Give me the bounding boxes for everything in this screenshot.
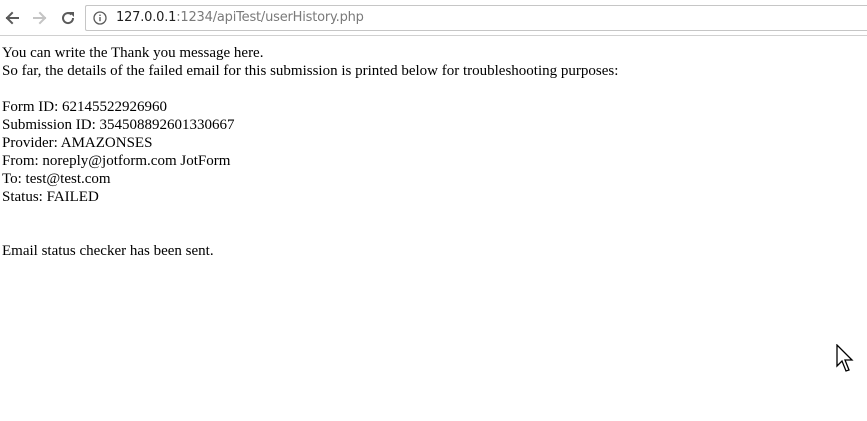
form-id: Form ID: 62145522926960 [2, 99, 167, 115]
forward-button[interactable] [28, 6, 52, 30]
back-arrow-icon [4, 10, 20, 26]
intro-line-2: So far, the details of the failed email … [2, 63, 619, 79]
mouse-pointer-icon [836, 343, 854, 374]
intro-line-1: You can write the Thank you message here… [2, 45, 264, 61]
to-address: To: test@test.com [2, 171, 111, 187]
url-text: 127.0.0.1:1234/apiTest/userHistory.php [116, 10, 364, 26]
info-icon[interactable] [93, 11, 107, 25]
url-host: 127.0.0.1 [116, 10, 177, 25]
provider: Provider: AMAZONSES [2, 135, 153, 151]
footer-message: Email status checker has been sent. [2, 243, 214, 259]
reload-icon [60, 10, 76, 26]
browser-toolbar: 127.0.0.1:1234/apiTest/userHistory.php [0, 0, 867, 36]
from-address: From: noreply@jotform.com JotForm [2, 153, 231, 169]
address-bar[interactable]: 127.0.0.1:1234/apiTest/userHistory.php [85, 5, 867, 31]
reload-button[interactable] [56, 6, 80, 30]
forward-arrow-icon [32, 10, 48, 26]
status: Status: FAILED [2, 189, 99, 205]
url-path: :1234/apiTest/userHistory.php [176, 10, 364, 25]
back-button[interactable] [0, 6, 24, 30]
page-content: You can write the Thank you message here… [2, 44, 862, 260]
submission-id: Submission ID: 354508892601330667 [2, 117, 235, 133]
